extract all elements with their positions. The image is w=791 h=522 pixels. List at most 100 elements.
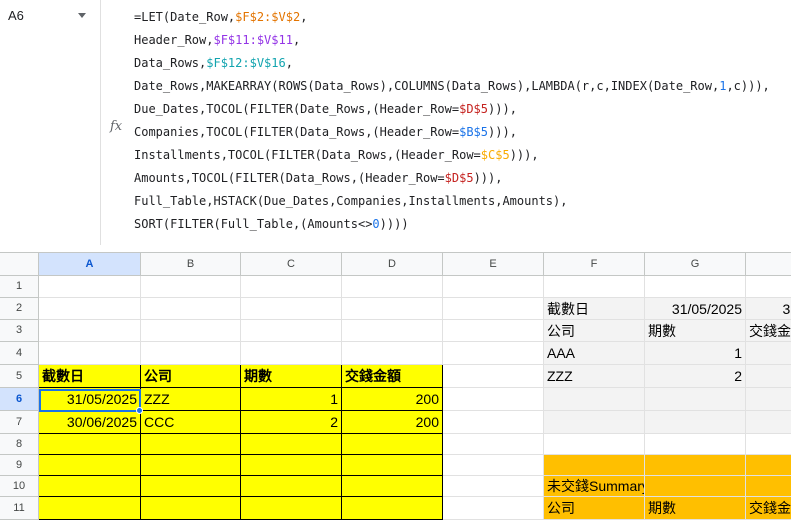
cell-c4[interactable] [241,342,342,365]
cell-b1[interactable] [141,276,241,298]
cell-h2[interactable]: 31/ [746,298,791,320]
cell-b3[interactable] [141,320,241,342]
cell-c3[interactable] [241,320,342,342]
cell-d2[interactable] [342,298,443,320]
cell-f5[interactable]: ZZZ [544,365,645,388]
formula-editor[interactable]: =LET(Date_Row,$F$2:$V$2, Header_Row,$F$1… [134,6,770,236]
cell-f9[interactable] [544,455,645,476]
cell-e11[interactable] [443,497,544,520]
cell-d10[interactable] [342,476,443,497]
cell-g3[interactable]: 期數 [645,320,746,342]
cell-f3[interactable]: 公司 [544,320,645,342]
row-header-9[interactable]: 9 [0,455,39,476]
cell-a4[interactable] [39,342,141,365]
cell-h9[interactable] [746,455,791,476]
cell-g2[interactable]: 31/05/2025 [645,298,746,320]
cell-a2[interactable] [39,298,141,320]
cell-e5[interactable] [443,365,544,388]
cell-h1[interactable] [746,276,791,298]
cell-c6[interactable]: 1 [241,388,342,411]
cell-e3[interactable] [443,320,544,342]
cell-d9[interactable] [342,455,443,476]
cell-e9[interactable] [443,455,544,476]
row-header-6[interactable]: 6 [0,388,39,411]
row-header-11[interactable]: 11 [0,497,39,520]
cell-g8[interactable] [645,434,746,455]
cell-f1[interactable] [544,276,645,298]
name-box[interactable]: A6 [0,0,100,32]
select-all-corner[interactable] [0,253,39,276]
cell-d1[interactable] [342,276,443,298]
cell-f6[interactable] [544,388,645,411]
cell-d3[interactable] [342,320,443,342]
cell-h4[interactable] [746,342,791,365]
cell-c8[interactable] [241,434,342,455]
cell-h7[interactable] [746,411,791,434]
cell-f10[interactable]: 未交錢Summary [544,476,645,497]
cell-b9[interactable] [141,455,241,476]
cell-e6[interactable] [443,388,544,411]
cell-g6[interactable] [645,388,746,411]
cell-c1[interactable] [241,276,342,298]
cell-e10[interactable] [443,476,544,497]
cell-d5[interactable]: 交錢金額 [342,365,443,388]
cell-b5[interactable]: 公司 [141,365,241,388]
cell-a8[interactable] [39,434,141,455]
cell-e8[interactable] [443,434,544,455]
cell-c2[interactable] [241,298,342,320]
cell-d11[interactable] [342,497,443,520]
cell-a7[interactable]: 30/06/2025 [39,411,141,434]
cell-g7[interactable] [645,411,746,434]
cell-d8[interactable] [342,434,443,455]
cell-f8[interactable] [544,434,645,455]
cell-h11[interactable]: 交錢金 [746,497,791,520]
cell-b2[interactable] [141,298,241,320]
column-header-e[interactable]: E [443,253,544,276]
cell-e4[interactable] [443,342,544,365]
cell-b7[interactable]: CCC [141,411,241,434]
cell-h3[interactable]: 交錢金 [746,320,791,342]
cell-h10[interactable] [746,476,791,497]
cell-h5[interactable] [746,365,791,388]
cell-d4[interactable] [342,342,443,365]
cell-c9[interactable] [241,455,342,476]
cell-a1[interactable] [39,276,141,298]
cell-c7[interactable]: 2 [241,411,342,434]
column-header-g[interactable]: G [645,253,746,276]
cell-g5[interactable]: 2 [645,365,746,388]
row-header-3[interactable]: 3 [0,320,39,342]
row-header-10[interactable]: 10 [0,476,39,497]
cell-g9[interactable] [645,455,746,476]
fill-handle[interactable] [136,407,143,414]
cell-c5[interactable]: 期數 [241,365,342,388]
cell-g1[interactable] [645,276,746,298]
cell-b4[interactable] [141,342,241,365]
column-header-f[interactable]: F [544,253,645,276]
row-header-5[interactable]: 5 [0,365,39,388]
cell-b6[interactable]: ZZZ [141,388,241,411]
column-header-b[interactable]: B [141,253,241,276]
cell-f2[interactable]: 截數日 [544,298,645,320]
cell-h8[interactable] [746,434,791,455]
cell-a5[interactable]: 截數日 [39,365,141,388]
cell-h6[interactable] [746,388,791,411]
cell-a3[interactable] [39,320,141,342]
column-header-d[interactable]: D [342,253,443,276]
row-header-4[interactable]: 4 [0,342,39,365]
chevron-down-icon[interactable] [78,13,86,18]
cell-c10[interactable] [241,476,342,497]
cell-g10[interactable] [645,476,746,497]
cell-c11[interactable] [241,497,342,520]
cell-b11[interactable] [141,497,241,520]
row-header-2[interactable]: 2 [0,298,39,320]
cell-d6[interactable]: 200 [342,388,443,411]
column-header-h[interactable] [746,253,791,276]
cell-f4[interactable]: AAA [544,342,645,365]
cell-a9[interactable] [39,455,141,476]
cell-a6[interactable]: 31/05/2025 [39,388,141,411]
column-header-c[interactable]: C [241,253,342,276]
row-header-7[interactable]: 7 [0,411,39,434]
column-header-a[interactable]: A [39,253,141,276]
cell-d7[interactable]: 200 [342,411,443,434]
cell-f11[interactable]: 公司 [544,497,645,520]
